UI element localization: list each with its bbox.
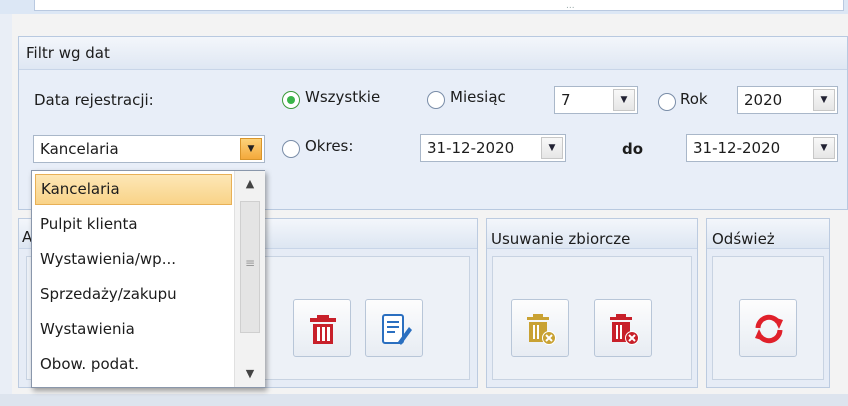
radio-period-label[interactable]: Okres: [305,137,353,155]
trash-remove-icon [610,314,639,345]
radio-year[interactable] [658,93,676,111]
dropdown-item-sprzedazy-zakupu[interactable]: Sprzedaży/zakupu [35,279,232,310]
radio-all-label[interactable]: Wszystkie [305,88,380,106]
scroll-thumb[interactable] [240,201,260,333]
radio-year-label[interactable]: Rok [680,90,708,108]
month-select[interactable]: 7 ▼ [554,86,638,114]
dropdown-item-wystawienia-wp[interactable]: Wystawienia/wp... [35,244,232,275]
registration-date-label: Data rejestracji: [34,91,154,109]
radio-period[interactable] [282,140,300,158]
dropdown-item-obow-podat[interactable]: Obow. podat. [35,349,232,380]
dropdown-scrollbar[interactable]: ▲ ▼ [234,171,265,387]
radio-all[interactable] [282,91,300,109]
date-to-picker[interactable]: 31-12-2020 ▼ [686,134,838,162]
date-from-value: 31-12-2020 [427,139,515,157]
left-edge [0,14,12,406]
source-value: Kancelaria [40,140,119,158]
radio-month[interactable] [427,91,445,109]
month-value: 7 [561,91,571,109]
source-dropdown-list[interactable]: Kancelaria Pulpit klienta Wystawienia/wp… [31,170,265,388]
refresh-title: Odśwież [712,230,775,248]
bulk-delete-title: Usuwanie zbiorcze [491,230,631,248]
year-value: 2020 [744,91,783,109]
date-to-value: 31-12-2020 [693,139,781,157]
scroll-down-icon[interactable]: ▼ [235,361,265,387]
bottom-strip [0,394,848,406]
chevron-down-icon[interactable]: ▼ [541,137,563,159]
source-select[interactable]: Kancelaria ▼ [33,135,265,163]
scroll-up-icon[interactable]: ▲ [235,171,265,197]
date-from-picker[interactable]: 31-12-2020 ▼ [420,134,566,162]
top-panel [34,0,844,11]
chevron-down-icon[interactable]: ▼ [813,137,835,159]
chevron-down-icon[interactable]: ▼ [813,89,835,111]
chevron-down-icon[interactable]: ▼ [613,89,635,111]
dropdown-item-pulpit-klienta[interactable]: Pulpit klienta [35,209,232,240]
to-label: do [622,140,644,158]
year-select[interactable]: 2020 ▼ [737,86,838,114]
refresh-icon [755,314,783,344]
trash-remove-icon [527,314,556,345]
radio-month-label[interactable]: Miesiąc [450,88,506,106]
edit-document-button[interactable] [365,299,423,357]
refresh-button[interactable] [739,299,797,357]
splitter-grip[interactable]: ... [566,1,575,11]
date-filter-title: Filtr wg dat [26,44,110,62]
delete-button[interactable] [293,299,351,357]
trash-icon [310,315,336,344]
bulk-delete-red-button[interactable] [594,299,652,357]
bulk-delete-button[interactable] [511,299,569,357]
edit-document-icon [382,314,412,345]
chevron-down-icon[interactable]: ▼ [240,138,262,160]
dropdown-item-kancelaria[interactable]: Kancelaria [35,174,232,205]
date-filter-header [19,37,847,70]
dropdown-item-wystawienia[interactable]: Wystawienia [35,314,232,345]
